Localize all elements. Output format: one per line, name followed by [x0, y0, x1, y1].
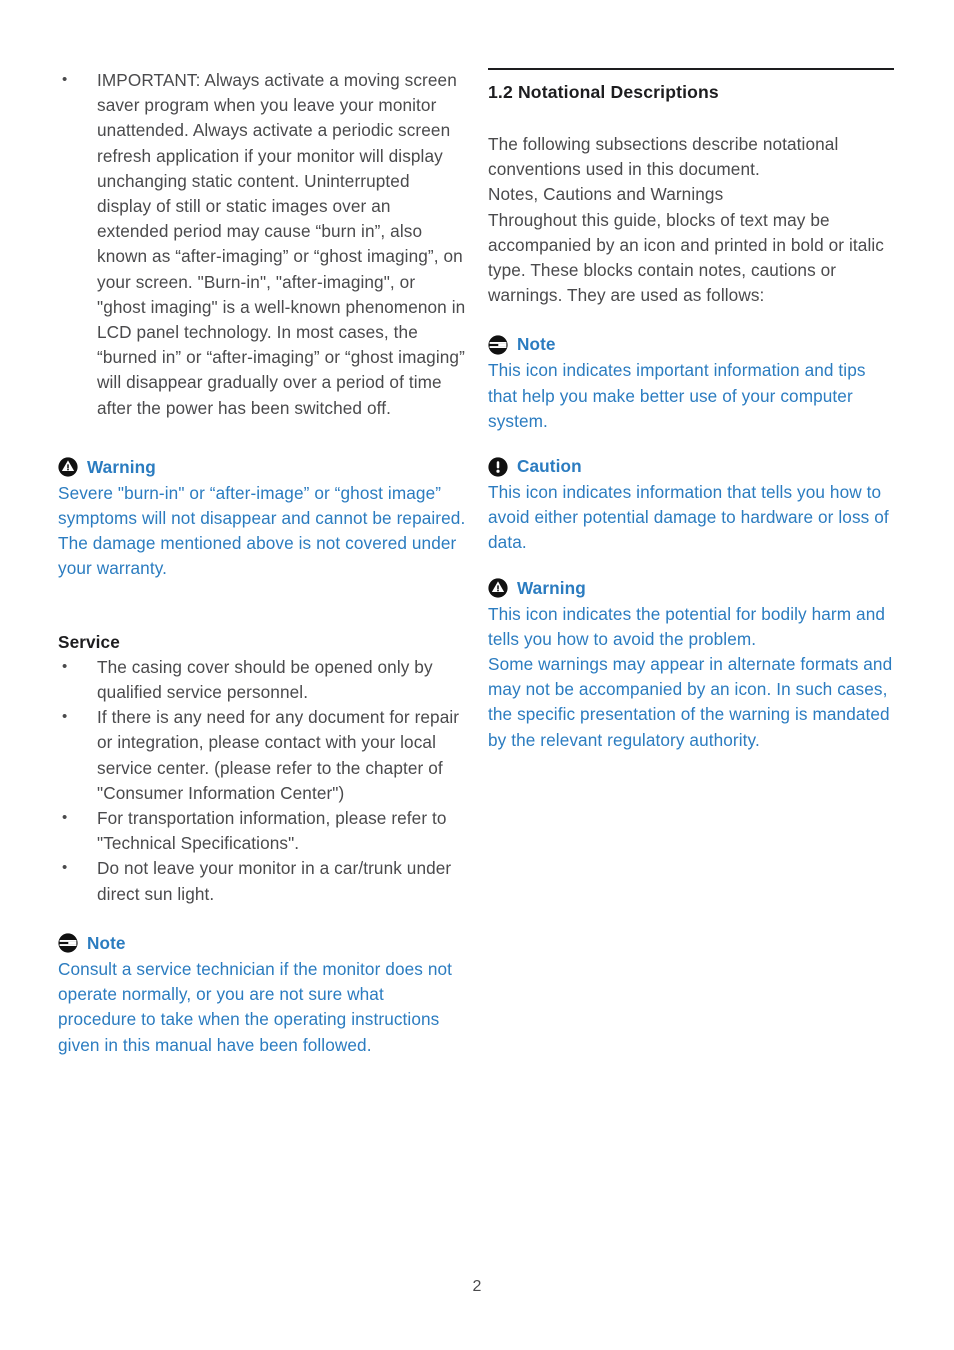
warning-callout: Warning Severe "burn-in" or “after-image…: [58, 455, 466, 582]
note-callout: Note Consult a service technician if the…: [58, 931, 466, 1058]
warning-callout-label: Warning: [87, 456, 156, 477]
service-heading: Service: [58, 631, 120, 652]
intro-paragraph-2: Throughout this guide, blocks of text ma…: [488, 209, 884, 306]
note-icon: [58, 933, 78, 953]
warning-callout-body-2: Some warnings may appear in alternate fo…: [488, 654, 893, 750]
right-column: 1.2 Notational Descriptions The followin…: [488, 68, 896, 753]
note-callout-label: Note: [517, 334, 556, 355]
page-number: 2: [472, 1278, 482, 1295]
service-bullet-list: The casing cover should be opened only b…: [58, 654, 466, 907]
caution-exclamation-icon: [488, 456, 508, 477]
intro-paragraph-1: The following subsections describe notat…: [488, 134, 839, 180]
section-divider: [488, 68, 894, 70]
list-item: If there is any need for any document fo…: [62, 704, 466, 806]
warning-callout: Warning This icon indicates the potentia…: [488, 576, 896, 753]
warning-callout-body: Severe "burn-in" or “after-image” or “gh…: [58, 482, 466, 579]
warning-triangle-icon: [488, 578, 508, 598]
caution-callout: Caution This icon indicates information …: [488, 454, 896, 556]
warning-callout-header: Warning: [488, 576, 896, 601]
page-title: 1.2 Notational Descriptions: [488, 82, 719, 102]
note-callout-label: Note: [87, 932, 126, 953]
list-item: Do not leave your monitor in a car/trunk…: [62, 855, 466, 906]
caution-callout-body: This icon indicates information that tel…: [488, 482, 889, 553]
warning-callout-header: Warning: [58, 455, 466, 480]
warning-callout-label: Warning: [517, 577, 586, 598]
important-bullet-list: IMPORTANT: Always activate a moving scre…: [58, 67, 466, 421]
caution-callout-label: Caution: [517, 456, 582, 477]
left-column: IMPORTANT: Always activate a moving scre…: [58, 67, 466, 1058]
note-callout-body: This icon indicates important informatio…: [488, 360, 866, 431]
note-callout-body: Consult a service technician if the moni…: [58, 958, 453, 1055]
list-item: For transportation information, please r…: [62, 805, 466, 856]
list-item: The casing cover should be opened only b…: [62, 654, 466, 705]
warning-callout-body-1: This icon indicates the potential for bo…: [488, 603, 886, 649]
note-icon: [488, 335, 508, 355]
caution-callout-header: Caution: [488, 454, 896, 479]
intro-subheading: Notes, Cautions and Warnings: [488, 184, 724, 205]
warning-triangle-icon: [58, 457, 78, 477]
note-callout-header: Note: [58, 931, 466, 956]
list-item: IMPORTANT: Always activate a moving scre…: [62, 67, 466, 421]
note-callout-header: Note: [488, 332, 896, 357]
document-page: IMPORTANT: Always activate a moving scre…: [0, 0, 954, 1350]
note-callout: Note This icon indicates important infor…: [488, 332, 896, 434]
